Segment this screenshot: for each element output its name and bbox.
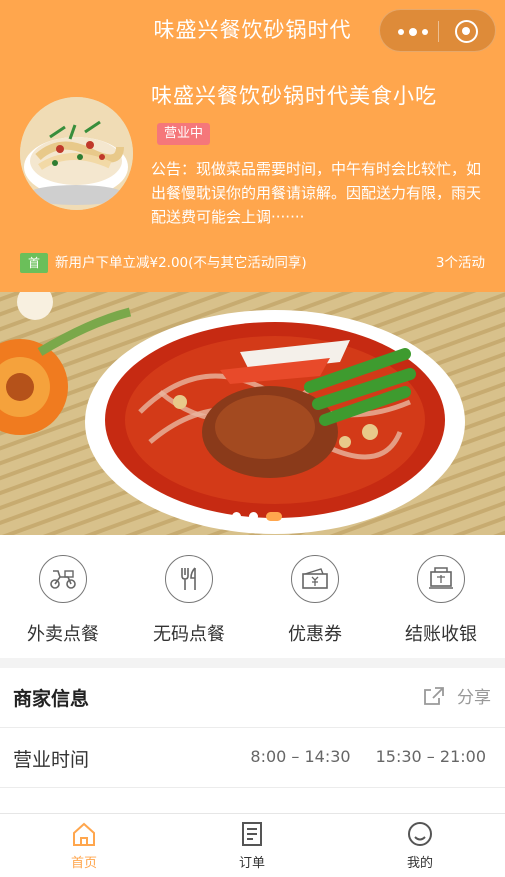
tab-orders[interactable]: 订单 <box>168 814 336 877</box>
status-badge: 营业中 <box>157 123 211 145</box>
quick-action-label: 无码点餐 <box>153 624 225 645</box>
business-hours-values: 8:00 – 14:30 15:30 – 21:00 <box>250 747 486 766</box>
business-hours-label: 营业时间 <box>13 749 90 771</box>
quick-action-label: 外卖点餐 <box>27 624 99 645</box>
share-button[interactable]: 分享 <box>423 683 491 708</box>
scooter-icon <box>39 555 87 603</box>
share-label: 分享 <box>457 688 491 708</box>
carousel-dot[interactable] <box>231 512 241 521</box>
quick-action-label: 结账收银 <box>405 624 477 645</box>
shop-name: 味盛兴餐饮砂锅时代美食小吃 <box>151 84 437 108</box>
tab-profile[interactable]: 我的 <box>336 814 504 877</box>
cashier-icon <box>417 555 465 603</box>
shop-notice[interactable]: 公告：现做菜品需要时间，中午有时会比较忙，如出餐慢耽误你的用餐请谅解。因配送力有… <box>151 157 481 229</box>
section-divider <box>0 658 505 668</box>
bottom-tab-bar: 首页 订单 我的 <box>0 813 505 877</box>
orders-icon <box>238 820 266 848</box>
quick-action-scan-order[interactable]: 无码点餐 <box>126 555 252 646</box>
more-menu-icon[interactable] <box>398 28 428 36</box>
utensils-icon <box>165 555 213 603</box>
business-hours-slot: 8:00 – 14:30 <box>250 747 351 766</box>
promo-count-link[interactable]: 3个活动 <box>436 253 485 273</box>
shop-header: 味盛兴餐饮砂锅时代 味盛兴餐饮砂锅时代美食小吃 营业中 公告：现做菜品需要时间，… <box>0 0 505 292</box>
tab-label: 首页 <box>70 856 97 871</box>
quick-action-coupon[interactable]: 优惠券 <box>252 555 378 646</box>
banner-carousel[interactable] <box>0 292 505 535</box>
business-hours-slot: 15:30 – 21:00 <box>375 747 486 766</box>
merchant-info-header: 商家信息 分享 <box>0 668 505 728</box>
quick-actions: 外卖点餐 无码点餐 优惠券 结账收银 <box>0 535 505 658</box>
share-icon <box>424 686 444 705</box>
tab-label: 我的 <box>406 856 433 871</box>
quick-action-takeout[interactable]: 外卖点餐 <box>0 555 126 646</box>
carousel-indicator <box>0 512 505 522</box>
quick-action-checkout[interactable]: 结账收银 <box>378 555 504 646</box>
promo-text[interactable]: 新用户下单立减¥2.00(不与其它活动同享) <box>55 253 307 273</box>
carousel-dot-active[interactable] <box>265 512 282 521</box>
carousel-dot[interactable] <box>248 512 258 521</box>
shop-avatar <box>20 97 133 210</box>
profile-icon <box>406 820 434 848</box>
quick-action-label: 优惠券 <box>288 624 342 645</box>
mini-program-capsule <box>379 9 496 52</box>
business-hours-row: 营业时间 8:00 – 14:30 15:30 – 21:00 <box>0 728 505 788</box>
home-icon <box>70 820 98 848</box>
capsule-divider <box>438 21 439 42</box>
coupon-icon <box>291 555 339 603</box>
tab-label: 订单 <box>238 856 265 871</box>
close-miniprogram-icon[interactable] <box>455 20 478 43</box>
tab-home[interactable]: 首页 <box>0 814 168 877</box>
promo-badge: 首 <box>20 253 48 273</box>
merchant-info-title: 商家信息 <box>13 688 90 710</box>
